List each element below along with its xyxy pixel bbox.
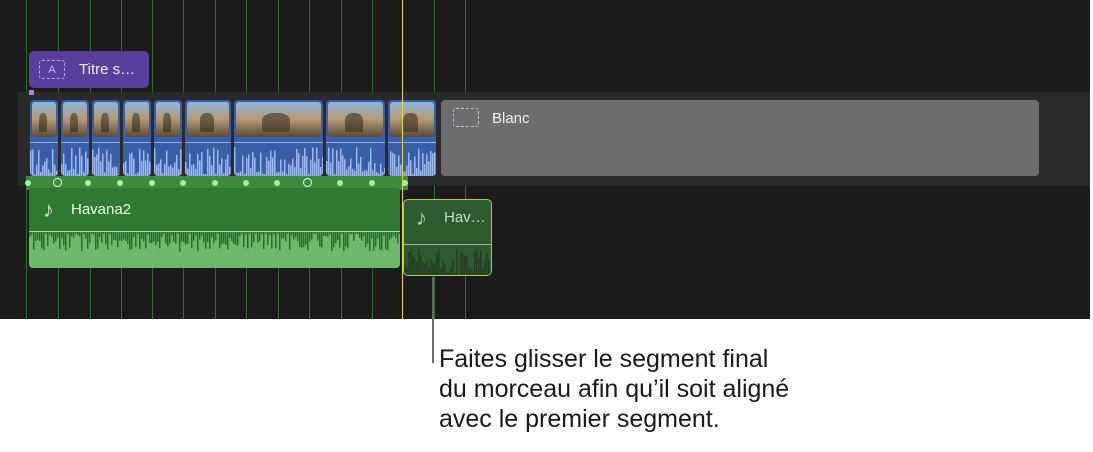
- callout-leader-line: [432, 277, 434, 363]
- connection-point: [243, 180, 249, 186]
- video-audio-waveform: [154, 148, 182, 176]
- connection-point: [303, 178, 312, 187]
- video-thumbnail: [236, 102, 321, 137]
- audio-clip-havana2[interactable]: ♪ Havana2: [29, 188, 400, 268]
- audio-waveform: [29, 232, 400, 252]
- connection-point: [274, 180, 280, 186]
- connection-point: [85, 180, 91, 186]
- video-audio-waveform: [61, 147, 89, 176]
- video-thumbnail: [328, 102, 383, 137]
- playhead[interactable]: [402, 0, 403, 319]
- video-clip-5[interactable]: [154, 100, 182, 176]
- video-audio-waveform: [30, 149, 58, 176]
- title-clip-label: Titre s…: [79, 61, 136, 78]
- video-clip-8[interactable]: [326, 100, 385, 176]
- music-note-icon: ♪: [416, 205, 427, 230]
- gap-clip-label: Blanc: [492, 110, 530, 127]
- callout-text: Faites glisser le segment final du morce…: [439, 344, 959, 434]
- video-clip-1[interactable]: [30, 100, 58, 176]
- audio-clip-label: Havana2: [71, 201, 132, 218]
- video-clip-9[interactable]: [388, 100, 436, 176]
- title-clip[interactable]: A Titre s…: [29, 51, 149, 88]
- video-thumbnail: [156, 102, 180, 137]
- callout-line-3: avec le premier segment.: [439, 405, 720, 433]
- connection-point: [25, 180, 31, 186]
- video-clip-4[interactable]: [123, 100, 151, 176]
- video-clip-6[interactable]: [185, 100, 231, 176]
- video-audio-waveform: [388, 148, 436, 176]
- connection-point: [53, 178, 62, 187]
- connection-point: [337, 180, 343, 186]
- title-connection-marker: [29, 90, 34, 95]
- video-audio-waveform: [185, 147, 231, 176]
- audio-waveform: [404, 248, 491, 275]
- video-thumbnail: [390, 102, 434, 137]
- video-clip-2[interactable]: [61, 100, 89, 176]
- title-text-icon: A: [39, 60, 65, 79]
- video-thumbnail: [94, 102, 118, 137]
- audio-clip-end-label: Hav…: [444, 209, 486, 226]
- video-thumbnail: [63, 102, 87, 137]
- video-thumbnail: [32, 102, 56, 137]
- video-thumbnail: [187, 102, 229, 137]
- callout-line-2: du morceau afin qu’il soit aligné: [439, 375, 790, 403]
- gap-clip[interactable]: Blanc: [441, 100, 1039, 176]
- gap-placeholder-icon: [453, 108, 479, 127]
- video-audio-waveform: [123, 148, 151, 176]
- video-clip-3[interactable]: [92, 100, 120, 176]
- video-audio-waveform: [326, 147, 385, 176]
- callout-line-1: Faites glisser le segment final: [439, 345, 769, 373]
- video-audio-waveform: [234, 147, 323, 176]
- connection-point: [180, 180, 186, 186]
- connection-point: [369, 180, 375, 186]
- connection-point: [149, 180, 155, 186]
- video-audio-waveform: [92, 147, 120, 176]
- connection-point: [212, 180, 218, 186]
- video-clip-7[interactable]: [234, 100, 323, 176]
- audio-clip-end-segment[interactable]: ♪ Hav…: [403, 199, 492, 276]
- video-thumbnail: [125, 102, 149, 137]
- timeline[interactable]: A Titre s… Blanc ♪ Havana2 ♪ Hav…: [0, 0, 1090, 319]
- music-note-icon: ♪: [43, 197, 54, 222]
- connection-point: [117, 180, 123, 186]
